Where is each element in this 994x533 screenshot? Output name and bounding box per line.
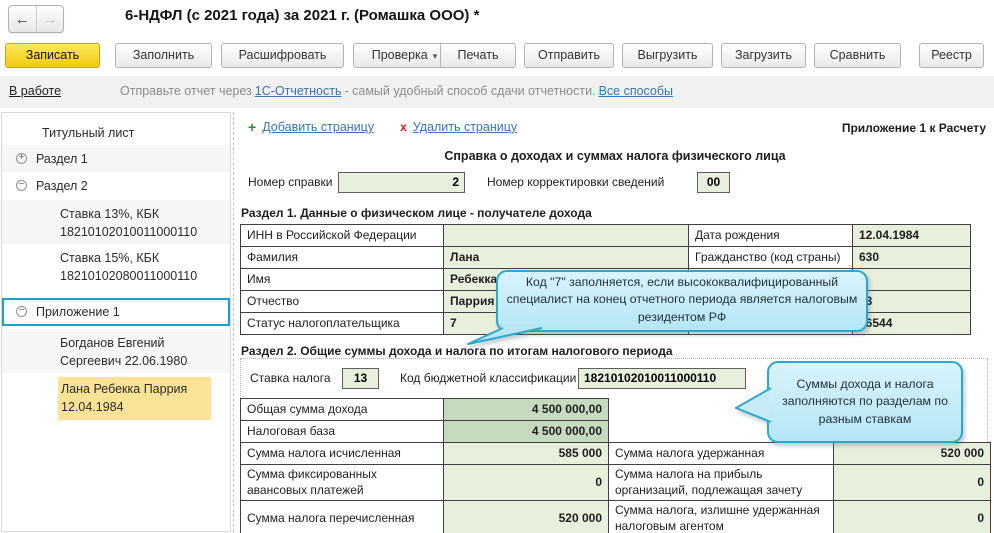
cell-label: Отчество — [240, 290, 444, 313]
sidebar-item-rate15[interactable]: Ставка 15%, КБК 18210102080011000110 — [2, 244, 230, 290]
cell-label: Фамилия — [240, 246, 444, 269]
delete-page-link[interactable]: x Удалить страницу — [400, 120, 517, 134]
tooltip-text-rates: Суммы дохода и налога заполняются по раз… — [782, 376, 948, 426]
sidebar-item-label: Титульный лист — [42, 126, 135, 140]
cell-label: Дата рождения — [688, 224, 853, 247]
all-methods-link[interactable]: Все способы — [599, 84, 673, 98]
status-state-link[interactable]: В работе — [9, 84, 61, 98]
status-prefix: Отправьте отчет через — [120, 84, 252, 98]
tax-over-withheld-field[interactable]: 0 — [833, 500, 991, 533]
number-field[interactable]: 2 — [338, 172, 465, 193]
income-totals-table: Общая сумма дохода 4 500 000,00 Налогова… — [240, 398, 609, 443]
birthdate-field[interactable]: 12.04.1984 — [852, 224, 971, 247]
nav-buttons: ← → — [8, 5, 64, 33]
status-middle: - самый удобный способ сдачи отчетности. — [344, 84, 596, 98]
inn-field[interactable] — [443, 224, 689, 247]
page-actions: + Добавить страницу x Удалить страницу — [248, 119, 517, 135]
reporting-service-link[interactable]: 1С-Отчетность — [255, 84, 342, 98]
sidebar-item-appendix1-selected[interactable]: − Приложение 1 — [2, 298, 230, 326]
tax-calculated-field[interactable]: 585 000 — [443, 442, 609, 465]
cell-label: Статус налогоплательщика — [240, 312, 444, 335]
expand-icon[interactable]: + — [16, 153, 27, 164]
cell-label: Имя — [240, 268, 444, 291]
sidebar-item-section1[interactable]: + Раздел 1 — [2, 145, 230, 172]
decrypt-button[interactable]: Расшифровать — [221, 43, 344, 68]
sidebar-item-rate13[interactable]: Ставка 13%, КБК 18210102010011000110 — [2, 200, 230, 244]
cell-label: Сумма налога на прибыль организаций, под… — [608, 463, 834, 502]
plus-icon: + — [248, 119, 257, 135]
profit-tax-offset-field[interactable]: 0 — [833, 463, 991, 502]
tax-rate-label: Ставка налога — [250, 371, 331, 385]
sidebar-item-label: Приложение 1 — [36, 305, 120, 319]
forward-icon: → — [42, 10, 58, 28]
forward-button[interactable]: → — [37, 6, 64, 32]
advance-payments-field[interactable]: 0 — [443, 463, 609, 502]
sidebar-item-label: Раздел 2 — [36, 179, 88, 193]
import-button[interactable]: Загрузить — [721, 43, 806, 68]
tax-base-field[interactable]: 4 500 000,00 — [443, 420, 609, 443]
back-button[interactable]: ← — [9, 6, 37, 32]
add-page-link[interactable]: + Добавить страницу — [248, 119, 374, 135]
total-income-field[interactable]: 4 500 000,00 — [443, 398, 609, 421]
sidebar-item-label: Богданов Евгений Сергеевич 22.06.1980 — [60, 336, 188, 369]
report-sections-tree: Титульный лист + Раздел 1 − Раздел 2 Ставк… — [1, 112, 231, 532]
add-page-label: Добавить страницу — [262, 120, 375, 134]
chevron-down-icon: ▾ — [432, 51, 438, 61]
sidebar-item-label: Раздел 1 — [36, 152, 88, 166]
delete-page-label: Удалить страницу — [412, 120, 518, 134]
tooltip-text-status7: Код "7" заполняется, если высококвалифиц… — [506, 274, 858, 324]
sidebar-item-label: Ставка 15%, КБК 18210102080011000110 — [60, 251, 198, 284]
cell-label: Налоговая база — [240, 420, 444, 443]
form-title: Справка о доходах и суммах налога физиче… — [444, 149, 786, 163]
tax-rate-field[interactable]: 13 — [342, 368, 379, 389]
sidebar-item-section2[interactable]: − Раздел 2 — [2, 172, 230, 200]
send-button[interactable]: Отправить — [524, 43, 614, 68]
cell-label: Сумма фиксированных авансовых платежей — [240, 463, 444, 502]
registry-button[interactable]: Реестр — [919, 43, 984, 68]
kbk-label: Код бюджетной классификации — [400, 371, 577, 385]
cell-label: Общая сумма дохода — [240, 398, 444, 421]
fill-button[interactable]: Заполнить — [115, 43, 212, 68]
number-label: Номер справки — [248, 175, 333, 189]
sidebar-item-person-bogdanov[interactable]: Богданов Евгений Сергеевич 22.06.1980 — [2, 329, 230, 373]
form-area: + Добавить страницу x Удалить страницу При… — [238, 112, 994, 533]
sidebar-item-label: Ставка 13%, КБК 18210102010011000110 — [60, 207, 198, 240]
status-message: Отправьте отчет через 1С-Отчетность - самы… — [120, 84, 676, 98]
page-title: 6-НДФЛ (с 2021 года) за 2021 г. (Ромашка… — [125, 7, 480, 24]
appendix-corner-label: Приложение 1 к Расчету — [841, 121, 986, 135]
check-button-label: Проверка — [371, 48, 428, 62]
collapse-icon[interactable]: − — [16, 306, 27, 317]
delete-icon: x — [400, 120, 407, 134]
export-button[interactable]: Выгрузить — [622, 43, 713, 68]
cell-label: Сумма налога, излишне удержанная налогов… — [608, 500, 834, 533]
tax-sums-table: Сумма налога исчисленная 585 000 Сумма н… — [240, 442, 991, 533]
print-button[interactable]: Печать — [440, 43, 516, 68]
sidebar-item-person-lana[interactable]: Лана Ребекка Паррия 12.04.1984 — [2, 375, 230, 421]
tax-transferred-field[interactable]: 520 000 — [443, 500, 609, 533]
kbk-field[interactable]: 18210102010011000110 — [578, 368, 746, 389]
compare-button[interactable]: Сравнить — [814, 43, 901, 68]
sidebar-item-title-page[interactable]: Титульный лист — [2, 119, 230, 145]
status-bar: В работе Отправьте отчет через 1С-Отчетно… — [0, 76, 994, 108]
cell-label: Сумма налога перечисленная — [240, 500, 444, 533]
cell-label: ИНН в Российской Федерации — [240, 224, 444, 247]
app-window: ← → 6-НДФЛ (с 2021 года) за 2021 г. (Ром… — [0, 0, 994, 533]
correction-field[interactable]: 00 — [697, 172, 730, 193]
correction-label: Номер корректировки сведений — [487, 175, 665, 189]
sidebar-item-label: Лана Ребекка Паррия 12.04.1984 — [58, 377, 211, 421]
back-icon: ← — [14, 10, 30, 28]
panel-splitter[interactable] — [233, 112, 234, 532]
cell-label: Сумма налога исчисленная — [240, 442, 444, 465]
collapse-icon[interactable]: − — [16, 180, 27, 191]
save-button[interactable]: Записать — [5, 43, 100, 68]
section1-heading: Раздел 1. Данные о физическом лице - пол… — [241, 206, 592, 220]
